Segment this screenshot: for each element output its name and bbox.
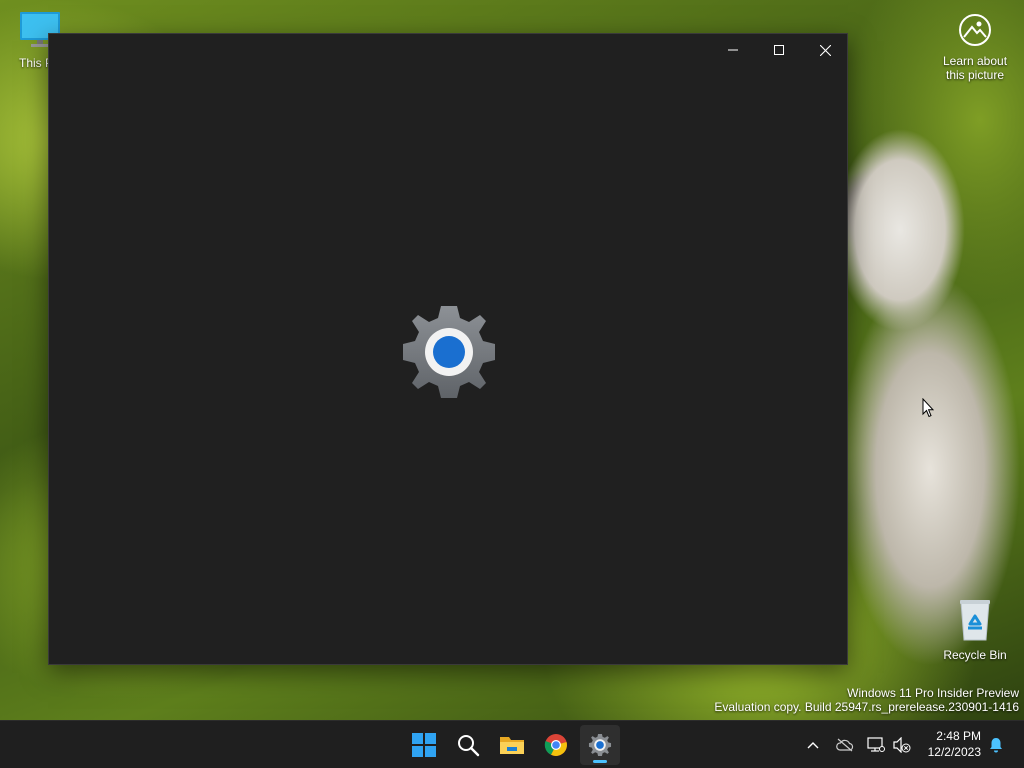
watermark-line2: Evaluation copy. Build 25947.rs_prerelea…	[714, 700, 1019, 714]
learn-picture-icon	[959, 14, 991, 46]
chrome-button[interactable]	[536, 725, 576, 765]
chevron-up-icon	[807, 742, 819, 749]
recycle-bin-label: Recycle Bin	[943, 648, 1007, 662]
clock-date: 12/2/2023	[927, 745, 981, 759]
watermark-line1: Windows 11 Pro Insider Preview	[847, 686, 1019, 700]
settings-window[interactable]	[48, 33, 848, 665]
network-icon	[867, 737, 885, 752]
maximize-icon	[774, 45, 784, 55]
settings-gear-icon	[403, 306, 495, 398]
minimize-button[interactable]	[710, 34, 756, 66]
mouse-cursor-icon	[922, 398, 934, 418]
volume-button[interactable]	[890, 733, 914, 757]
clock-time: 2:48 PM	[936, 729, 981, 743]
network-button[interactable]	[864, 733, 888, 757]
search-icon	[458, 735, 480, 757]
settings-taskbar-button[interactable]	[580, 725, 620, 765]
learn-label-line1: Learn about	[942, 54, 1008, 68]
chrome-icon	[544, 734, 567, 756]
recycle-bin-icon	[960, 600, 990, 641]
minimize-icon	[728, 49, 738, 51]
close-icon	[819, 44, 831, 56]
start-button[interactable]	[404, 725, 444, 765]
taskbar: 2:48 PM 12/2/2023	[0, 720, 1024, 768]
volume-muted-icon	[893, 737, 911, 753]
close-button[interactable]	[802, 34, 848, 66]
file-explorer-icon	[500, 737, 524, 754]
notification-center-button[interactable]	[984, 733, 1008, 757]
onedrive-offline-icon	[836, 738, 854, 752]
settings-icon	[588, 733, 612, 757]
desktop-icon-learn-about-picture[interactable]: Learn about this picture	[936, 12, 1014, 82]
active-app-indicator	[593, 760, 607, 763]
onedrive-button[interactable]	[833, 733, 857, 757]
file-explorer-button[interactable]	[492, 725, 532, 765]
windows-watermark: Windows 11 Pro Insider Preview Evaluatio…	[714, 686, 1019, 714]
desktop-icon-recycle-bin[interactable]: Recycle Bin	[938, 598, 1012, 662]
learn-label-line2: this picture	[945, 68, 1005, 82]
start-icon	[412, 733, 436, 757]
show-hidden-icons-button[interactable]	[801, 733, 825, 757]
search-button[interactable]	[448, 725, 488, 765]
maximize-button[interactable]	[756, 34, 802, 66]
system-clock[interactable]: 2:48 PM 12/2/2023	[928, 728, 981, 760]
bell-icon	[990, 738, 1002, 753]
